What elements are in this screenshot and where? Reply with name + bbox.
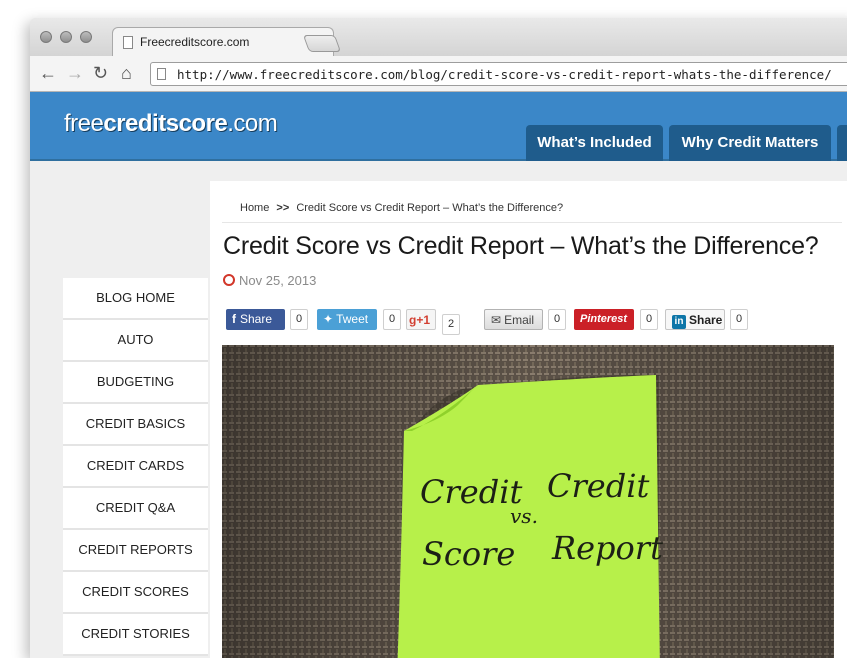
facebook-share-button[interactable]: f Share: [226, 309, 285, 330]
url-text: http://www.freecreditscore.com/blog/cred…: [177, 67, 832, 82]
sticky-note-illustration: Credit vs. Credit Score Report: [222, 345, 834, 658]
logo-free: free: [64, 110, 104, 137]
site-logo[interactable]: freecreditscore.com: [64, 110, 278, 138]
browser-toolbar: ← → ↻ ⌂ http://www.freecreditscore.com/b…: [30, 56, 847, 92]
back-icon[interactable]: ←: [39, 63, 57, 83]
twitter-bird-icon: ✦: [323, 312, 334, 326]
linkedin-share-button[interactable]: in Share: [665, 309, 725, 330]
reload-icon[interactable]: ↻: [93, 63, 108, 83]
sidebar-item-blog-home[interactable]: BLOG HOME: [63, 278, 208, 320]
linkedin-count: 0: [730, 309, 748, 330]
sidebar-item-credit-scores[interactable]: CREDIT SCORES: [63, 572, 208, 614]
email-share-button[interactable]: ✉ Email: [484, 309, 543, 330]
nav-why-credit-matters[interactable]: Why Credit Matters: [669, 125, 831, 161]
forward-icon[interactable]: →: [66, 63, 84, 83]
nav-whats-included[interactable]: What’s Included: [526, 125, 663, 161]
breadcrumb-separator: >>: [276, 202, 290, 214]
sidebar-item-credit-stories[interactable]: CREDIT STORIES: [63, 614, 208, 656]
facebook-count: 0: [290, 309, 308, 330]
twitter-count: 0: [383, 309, 401, 330]
sidebar-item-credit-reports[interactable]: CREDIT REPORTS: [63, 530, 208, 572]
note-word-report: Report: [551, 529, 663, 567]
facebook-share-label: Share: [240, 312, 273, 326]
gplus-button[interactable]: g+1: [406, 309, 436, 330]
gplus-label: +1: [416, 313, 431, 327]
browser-tab[interactable]: Freecreditscore.com ×: [112, 27, 334, 56]
address-bar[interactable]: http://www.freecreditscore.com/blog/cred…: [150, 62, 847, 86]
page-icon: [123, 36, 133, 49]
page-icon: [157, 68, 166, 80]
article-title: Credit Score vs Credit Report – What’s t…: [223, 232, 819, 260]
date-text: Nov 25, 2013: [239, 273, 317, 288]
facebook-icon: f: [232, 312, 236, 326]
breadcrumb-home-link[interactable]: Home: [240, 202, 269, 214]
browser-window: Freecreditscore.com × ← → ↻ ⌂ http://www…: [30, 18, 847, 658]
sidebar-item-credit-basics[interactable]: CREDIT BASICS: [63, 404, 208, 446]
article-panel: Home >> Credit Score vs Credit Report – …: [210, 181, 847, 658]
sidebar-item-credit-cards[interactable]: CREDIT CARDS: [63, 446, 208, 488]
minimize-window-button[interactable]: [60, 31, 72, 43]
divider: [222, 222, 842, 223]
envelope-icon: ✉: [491, 313, 502, 327]
note-word-credit-right: Credit: [547, 467, 649, 505]
note-word-score: Score: [422, 535, 515, 573]
clock-icon: [223, 274, 235, 286]
linkedin-label: Share: [689, 313, 723, 327]
breadcrumb: Home >> Credit Score vs Credit Report – …: [240, 202, 563, 214]
tweet-label: Tweet: [336, 312, 369, 326]
tweet-button[interactable]: ✦ Tweet: [317, 309, 377, 330]
breadcrumb-current: Credit Score vs Credit Report – What’s t…: [296, 202, 564, 214]
article-hero-image: Credit vs. Credit Score Report: [222, 345, 834, 658]
pinterest-count: 0: [640, 309, 658, 330]
note-word-credit-left: Credit: [420, 473, 522, 511]
email-label: Email: [504, 313, 535, 327]
sidebar-item-budgeting[interactable]: BUDGETING: [63, 362, 208, 404]
email-count: 0: [548, 309, 566, 330]
zoom-window-button[interactable]: [80, 31, 92, 43]
web-page: freecreditscore.com What’s Included Why …: [30, 92, 847, 658]
linkedin-icon: in: [672, 315, 686, 329]
new-tab-button[interactable]: [302, 35, 342, 52]
sidebar-item-auto[interactable]: AUTO: [63, 320, 208, 362]
home-icon[interactable]: ⌂: [121, 63, 132, 83]
blog-sidebar: BLOG HOME AUTO BUDGETING CREDIT BASICS C…: [63, 278, 208, 656]
pinterest-button[interactable]: Pinterest: [574, 309, 634, 330]
article-date: Nov 25, 2013: [223, 273, 316, 288]
tab-title: Freecreditscore.com: [140, 35, 250, 49]
gplus-count: 2: [442, 314, 460, 335]
site-header: freecreditscore.com What’s Included Why …: [30, 92, 847, 161]
nav-next-tab[interactable]: [837, 125, 847, 161]
sidebar-item-credit-qa[interactable]: CREDIT Q&A: [63, 488, 208, 530]
close-window-button[interactable]: [40, 31, 52, 43]
logo-creditscore: creditscore: [103, 110, 228, 137]
tab-bar: Freecreditscore.com ×: [30, 18, 847, 56]
logo-com: .com: [227, 110, 278, 137]
note-word-vs: vs.: [510, 504, 538, 528]
